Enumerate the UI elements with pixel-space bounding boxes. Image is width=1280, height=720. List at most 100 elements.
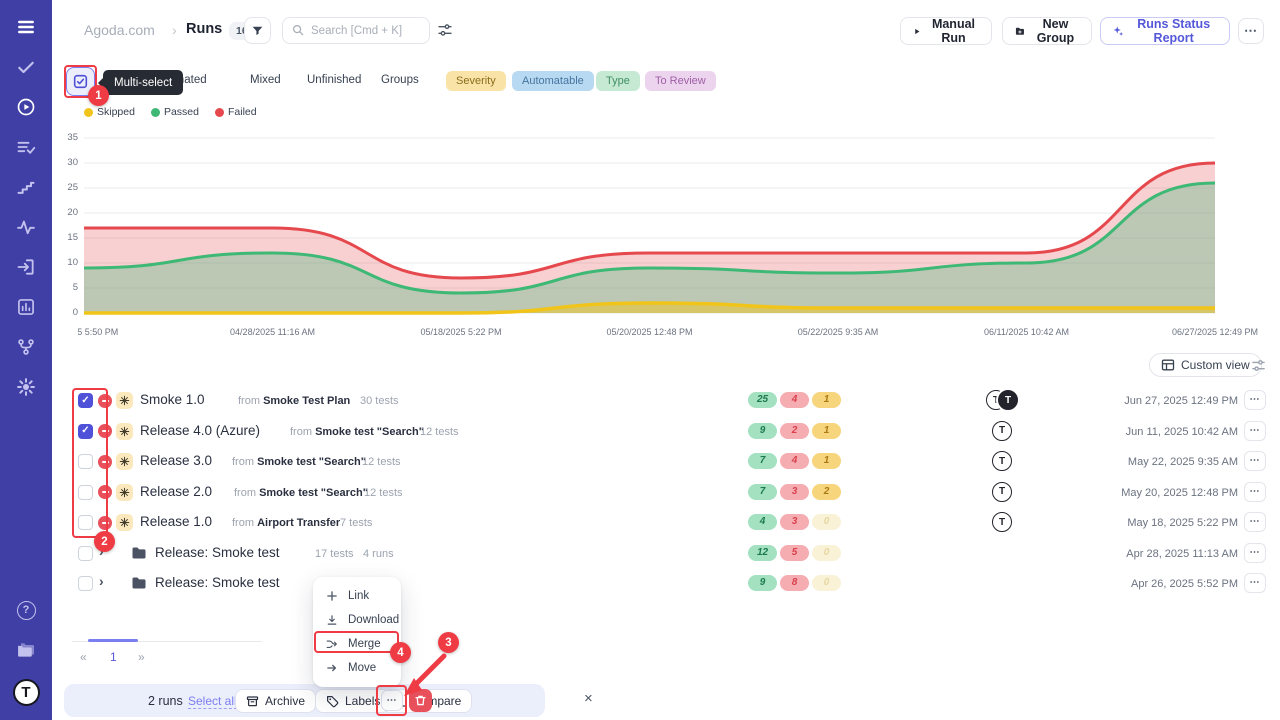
view-settings-sliders-icon[interactable]: [1251, 358, 1266, 373]
search-icon: [291, 23, 305, 37]
skipped-badge: 1: [812, 453, 841, 469]
filter-pill-to-review[interactable]: To Review: [645, 71, 716, 91]
pagination-prev[interactable]: «: [80, 650, 87, 664]
header-more-button[interactable]: ⋯: [1238, 18, 1264, 44]
select-all-link[interactable]: Select all: [188, 694, 237, 709]
row-checkbox[interactable]: ✓: [78, 424, 93, 439]
row-checkbox[interactable]: ✓: [78, 546, 93, 561]
close-icon[interactable]: ×: [584, 690, 593, 707]
custom-view-button[interactable]: Custom view: [1149, 353, 1262, 377]
pagination-next[interactable]: »: [138, 650, 145, 664]
filter-row: Automated Mixed Unfinished Groups Severi…: [0, 64, 1280, 98]
table-row[interactable]: ✓ Smoke 1.0 from Smoke Test Plan 30 test…: [0, 385, 1280, 416]
group-name[interactable]: Release: Smoke test: [155, 575, 280, 590]
row-checkbox[interactable]: ✓: [78, 454, 93, 469]
workspace-logo[interactable]: T: [13, 679, 40, 706]
skipped-badge: 0: [812, 545, 841, 561]
menu-icon[interactable]: [15, 16, 37, 38]
multi-select-button[interactable]: [66, 67, 95, 96]
row-more-button[interactable]: ⋯: [1244, 512, 1266, 532]
row-more-button[interactable]: ⋯: [1244, 390, 1266, 410]
analytics-icon[interactable]: [15, 296, 37, 318]
filter-pill-severity[interactable]: Severity: [446, 71, 506, 91]
tag-icon: [326, 695, 339, 708]
automated-run-icon: [116, 423, 133, 440]
run-name-link[interactable]: Release 3.0: [140, 453, 212, 468]
filter-funnel-button[interactable]: [244, 17, 271, 44]
skipped-badge: 0: [812, 514, 841, 530]
menu-item-move[interactable]: Move: [313, 656, 401, 680]
run-source[interactable]: from Smoke test "Search": [234, 487, 368, 499]
import-icon[interactable]: [15, 256, 37, 278]
adjustments-sliders-icon[interactable]: [437, 22, 453, 38]
runs-play-icon[interactable]: [15, 96, 37, 118]
run-tests-count: 7 tests: [340, 517, 372, 529]
run-source[interactable]: from Smoke Test Plan: [238, 395, 350, 407]
passed-badge: 9: [748, 575, 777, 591]
skipped-badge: 0: [812, 575, 841, 591]
row-more-button[interactable]: ⋯: [1244, 451, 1266, 471]
row-more-button[interactable]: ⋯: [1244, 543, 1266, 563]
milestones-steps-icon[interactable]: [15, 176, 37, 198]
filter-pill-automatable[interactable]: Automatable: [512, 71, 594, 91]
tab-unfinished[interactable]: Unfinished: [307, 74, 361, 86]
merge-icon: [326, 638, 338, 650]
settings-gear-icon[interactable]: [15, 376, 37, 398]
passed-badge: 7: [748, 453, 777, 469]
group-tests-count: 17 tests: [315, 548, 354, 560]
group-name[interactable]: Release: Smoke test: [155, 545, 280, 560]
run-status-pills: 12 5 0: [748, 545, 841, 561]
failed-status-icon: [98, 516, 112, 530]
table-row[interactable]: ✓ Release 4.0 (Azure) from Smoke test "S…: [0, 416, 1280, 447]
run-source[interactable]: from Airport Transfer: [232, 517, 340, 529]
run-status-pills: 9 8 0: [748, 575, 841, 591]
archive-button[interactable]: Archive: [235, 689, 316, 713]
row-more-button[interactable]: ⋯: [1244, 482, 1266, 502]
manual-run-button[interactable]: Manual Run: [900, 17, 992, 45]
table-row[interactable]: ✓ Release 1.0 from Airport Transfer 7 te…: [0, 507, 1280, 538]
pulse-activity-icon[interactable]: [15, 216, 37, 238]
chart-legend: Skipped Passed Failed: [84, 106, 257, 118]
tests-check-icon[interactable]: [15, 56, 37, 78]
filter-pill-type[interactable]: Type: [596, 71, 640, 91]
help-icon[interactable]: ?: [15, 599, 37, 621]
run-name-link[interactable]: Release 4.0 (Azure): [140, 423, 260, 438]
row-more-button[interactable]: ⋯: [1244, 573, 1266, 593]
table-row-group[interactable]: ✓ › Release: Smoke test 17 tests 7 runs …: [0, 568, 1280, 599]
run-name-link[interactable]: Release 1.0: [140, 514, 212, 529]
table-row[interactable]: ✓ Release 2.0 from Smoke test "Search" 1…: [0, 477, 1280, 508]
labels-button[interactable]: Labels: [315, 689, 391, 713]
test-plans-icon[interactable]: [15, 136, 37, 158]
group-folder-icon: [131, 575, 147, 591]
run-source[interactable]: from Smoke test "Search": [290, 426, 424, 438]
run-source[interactable]: from Smoke test "Search": [232, 456, 366, 468]
group-runs-count: 4 runs: [363, 548, 394, 560]
run-name-link[interactable]: Release 2.0: [140, 484, 212, 499]
menu-item-merge[interactable]: Merge: [313, 632, 401, 656]
bulk-more-button[interactable]: ⋯: [381, 690, 403, 711]
table-row[interactable]: ✓ Release 3.0 from Smoke test "Search" 1…: [0, 446, 1280, 477]
runs-status-report-button[interactable]: Runs Status Report: [1100, 17, 1230, 45]
row-checkbox[interactable]: ✓: [78, 393, 93, 408]
tab-groups[interactable]: Groups: [381, 74, 419, 86]
row-context-menu: Link Download Merge Move: [313, 577, 401, 687]
run-name-link[interactable]: Smoke 1.0: [140, 392, 205, 407]
tab-mixed[interactable]: Mixed: [250, 74, 281, 86]
passed-badge: 9: [748, 423, 777, 439]
table-row-group[interactable]: ✓ › Release: Smoke test 17 tests 4 runs …: [0, 538, 1280, 569]
expand-chevron-icon[interactable]: ›: [99, 573, 104, 589]
menu-item-link[interactable]: Link: [313, 584, 401, 608]
new-group-button[interactable]: New Group: [1002, 17, 1092, 45]
projects-folder-icon[interactable]: [15, 639, 37, 661]
branch-icon[interactable]: [15, 336, 37, 358]
delete-button[interactable]: [409, 689, 432, 712]
pagination-page-1[interactable]: 1: [110, 650, 117, 664]
menu-item-download[interactable]: Download: [313, 608, 401, 632]
expand-chevron-icon[interactable]: ›: [99, 543, 104, 559]
row-checkbox[interactable]: ✓: [78, 485, 93, 500]
row-checkbox[interactable]: ✓: [78, 576, 93, 591]
search-box: [282, 17, 430, 44]
breadcrumb-project[interactable]: Agoda.com: [84, 22, 155, 38]
row-checkbox[interactable]: ✓: [78, 515, 93, 530]
row-more-button[interactable]: ⋯: [1244, 421, 1266, 441]
